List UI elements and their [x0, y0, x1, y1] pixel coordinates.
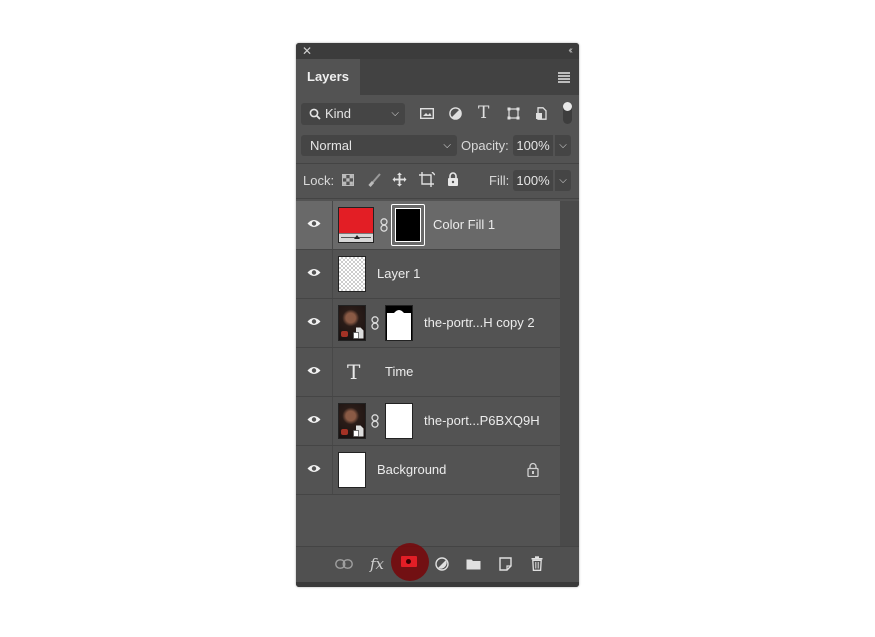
layer-name[interactable]: the-port...P6BXQ9H: [424, 397, 540, 445]
layers-list: Color Fill 1 Layer 1 the-portr...H copy …: [296, 201, 560, 495]
fill-swatch-bar: [339, 233, 373, 242]
chevron-down-icon: ⌵: [391, 108, 399, 119]
lock-label: Lock:: [303, 173, 335, 188]
background-thumbnail: [338, 452, 366, 488]
tab-bar: Layers: [296, 59, 579, 95]
divider: [296, 163, 579, 164]
filter-kind-label: Kind: [325, 106, 352, 121]
layer-name[interactable]: Layer 1: [377, 250, 420, 298]
visibility-toggle[interactable]: [296, 446, 333, 494]
layers-scrollbar[interactable]: [560, 201, 579, 546]
add-layer-style-button[interactable]: fx: [370, 554, 384, 574]
panel-footer: [296, 582, 579, 587]
eye-icon: [307, 465, 321, 472]
tab-layers[interactable]: Layers: [296, 59, 360, 95]
visibility-toggle[interactable]: [296, 250, 333, 298]
panel-titlebar: ✕ ‹‹: [296, 43, 579, 59]
search-icon: [309, 108, 321, 120]
layer-name[interactable]: Time: [385, 348, 413, 396]
visibility-toggle[interactable]: [296, 201, 333, 249]
text-layer-icon: T: [347, 360, 361, 384]
lock-all-icon[interactable]: [447, 172, 459, 186]
color-fill-thumbnail: [338, 207, 374, 243]
layers-bottom-toolbar: fx: [296, 546, 579, 583]
delete-layer-icon[interactable]: [531, 556, 543, 571]
image-filter-icon[interactable]: [420, 108, 434, 119]
layer-row-portrait-copy-2[interactable]: the-portr...H copy 2: [296, 299, 560, 348]
layer-row-portrait[interactable]: the-port...P6BXQ9H: [296, 397, 560, 446]
type-filter-icon[interactable]: T: [478, 104, 489, 122]
filter-toggle[interactable]: [563, 102, 572, 124]
layer-row-time[interactable]: T Time: [296, 348, 560, 397]
smart-object-filter-icon[interactable]: [535, 107, 547, 120]
layer-row-layer-1[interactable]: Layer 1: [296, 250, 560, 299]
blend-mode-dropdown[interactable]: Normal ⌵: [301, 135, 457, 156]
opacity-input[interactable]: 100%: [513, 135, 553, 156]
eye-icon: [307, 220, 321, 227]
new-layer-icon[interactable]: [499, 557, 512, 571]
link-chain-icon[interactable]: [380, 218, 388, 232]
smart-object-badge-icon: [353, 327, 364, 339]
eye-icon: [307, 318, 321, 325]
layer-mask-thumbnail[interactable]: [385, 305, 413, 341]
mask-icon: [406, 559, 411, 564]
fill-input[interactable]: 100%: [513, 170, 553, 191]
opacity-label: Opacity:: [461, 138, 509, 153]
layer-name[interactable]: Color Fill 1: [433, 201, 495, 249]
link-chain-icon[interactable]: [371, 316, 379, 330]
layer-name[interactable]: Background: [377, 446, 446, 494]
new-group-icon[interactable]: [466, 558, 481, 570]
smart-object-badge-icon: [353, 425, 364, 437]
layer-mask-thumbnail[interactable]: [385, 403, 413, 439]
mask-selection-frame: [391, 204, 425, 246]
lock-image-icon[interactable]: [368, 173, 381, 187]
opacity-dropdown-button[interactable]: ⌵: [555, 135, 571, 156]
divider: [296, 198, 579, 199]
filter-row: Kind ⌵ T: [296, 95, 579, 131]
visibility-toggle[interactable]: [296, 348, 333, 396]
layer-mask-thumbnail[interactable]: [395, 208, 421, 242]
shape-filter-icon[interactable]: [507, 107, 520, 120]
link-layers-icon[interactable]: [335, 559, 353, 569]
lock-transparent-icon[interactable]: [342, 174, 354, 186]
collapse-icon[interactable]: ‹‹: [568, 44, 572, 58]
close-icon[interactable]: ✕: [302, 44, 312, 58]
new-adjustment-layer-icon[interactable]: [435, 557, 449, 571]
layer-row-background[interactable]: Background: [296, 446, 560, 495]
panel-menu-icon[interactable]: [558, 72, 570, 83]
portrait-thumbnail: [338, 403, 366, 439]
lock-position-icon[interactable]: [392, 172, 407, 187]
link-chain-icon[interactable]: [371, 414, 379, 428]
fill-dropdown-button[interactable]: ⌵: [555, 170, 571, 191]
layer-name[interactable]: the-portr...H copy 2: [424, 299, 535, 347]
layer-row-color-fill-1[interactable]: Color Fill 1: [296, 201, 560, 250]
visibility-toggle[interactable]: [296, 299, 333, 347]
chevron-down-icon: ⌵: [443, 140, 451, 151]
portrait-thumbnail: [338, 305, 366, 341]
adjustment-filter-icon[interactable]: [449, 107, 462, 120]
lock-row: Lock: Fill: 100% ⌵: [296, 167, 579, 193]
eye-icon: [307, 269, 321, 276]
layer-lock-icon[interactable]: [527, 462, 539, 477]
fill-label: Fill:: [489, 173, 510, 188]
eye-icon: [307, 367, 321, 374]
visibility-toggle[interactable]: [296, 397, 333, 445]
filter-kind-dropdown[interactable]: Kind ⌵: [301, 103, 405, 125]
layers-panel: ✕ ‹‹ Layers Kind ⌵ T Normal ⌵ Opacity: 1…: [296, 43, 579, 587]
eye-icon: [307, 416, 321, 423]
blend-mode-value: Normal: [310, 138, 352, 153]
transparent-thumbnail: [338, 256, 366, 292]
lock-artboard-icon[interactable]: [419, 172, 435, 187]
add-mask-button[interactable]: [401, 556, 417, 567]
blend-row: Normal ⌵ Opacity: 100% ⌵: [296, 133, 579, 159]
